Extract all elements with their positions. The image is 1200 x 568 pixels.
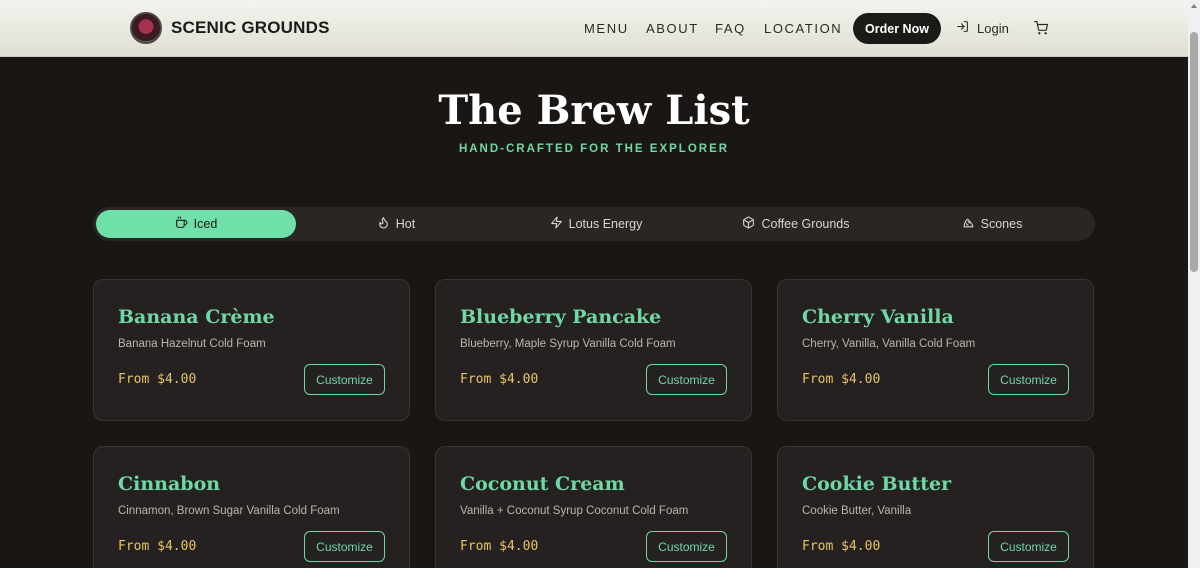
tab-label: Scones	[980, 217, 1023, 231]
tab-hot[interactable]: Hot	[296, 210, 496, 238]
login-link[interactable]: Login	[956, 20, 1009, 36]
flame-icon	[377, 216, 390, 232]
menu-card: Coconut Cream Vanilla + Coconut Syrup Co…	[435, 446, 752, 568]
tab-label: Hot	[395, 217, 416, 231]
customize-button[interactable]: Customize	[304, 531, 385, 562]
customize-button[interactable]: Customize	[304, 364, 385, 395]
drink-description: Blueberry, Maple Syrup Vanilla Cold Foam	[460, 338, 676, 350]
drink-name: Coconut Cream	[460, 473, 625, 495]
login-label: Login	[977, 20, 1009, 36]
menu-card: Cookie Butter Cookie Butter, Vanilla Fro…	[777, 446, 1094, 568]
iced-cup-icon	[175, 216, 188, 232]
scroll-up-arrow-icon[interactable]	[1191, 4, 1197, 8]
drink-price: From $4.00	[802, 372, 881, 387]
drink-name: Cherry Vanilla	[802, 306, 954, 328]
brand-name[interactable]: SCENIC GROUNDS	[171, 18, 330, 38]
box-icon	[742, 216, 755, 232]
scone-icon	[962, 216, 975, 232]
customize-button[interactable]: Customize	[646, 364, 727, 395]
nav-about[interactable]: ABOUT	[646, 21, 699, 36]
customize-button[interactable]: Customize	[988, 364, 1069, 395]
drink-price: From $4.00	[460, 539, 539, 554]
menu-card: Blueberry Pancake Blueberry, Maple Syrup…	[435, 279, 752, 421]
drink-description: Cinnamon, Brown Sugar Vanilla Cold Foam	[118, 505, 340, 517]
tab-label: Iced	[193, 217, 218, 231]
nav-location[interactable]: LOCATION	[764, 21, 842, 36]
login-arrow-icon	[956, 20, 969, 36]
tab-scones[interactable]: Scones	[892, 210, 1092, 238]
drink-description: Banana Hazelnut Cold Foam	[118, 338, 266, 350]
drink-price: From $4.00	[118, 372, 197, 387]
menu-card: Cherry Vanilla Cherry, Vanilla, Vanilla …	[777, 279, 1094, 421]
tab-label: Lotus Energy	[568, 217, 643, 231]
customize-button[interactable]: Customize	[988, 531, 1069, 562]
drink-description: Cookie Butter, Vanilla	[802, 505, 912, 517]
drink-name: Cookie Butter	[802, 473, 952, 495]
menu-card: Cinnabon Cinnamon, Brown Sugar Vanilla C…	[93, 446, 410, 568]
drink-description: Cherry, Vanilla, Vanilla Cold Foam	[802, 338, 976, 350]
customize-button[interactable]: Customize	[646, 531, 727, 562]
drink-name: Blueberry Pancake	[460, 306, 662, 328]
drink-name: Cinnabon	[118, 473, 221, 495]
page-subtitle: HAND-CRAFTED FOR THE EXPLORER	[458, 143, 730, 155]
menu-card: Banana Crème Banana Hazelnut Cold Foam F…	[93, 279, 410, 421]
drink-name: Banana Crème	[118, 306, 275, 328]
page-title: The Brew List	[438, 87, 750, 134]
tab-label: Coffee Grounds	[761, 217, 850, 231]
tab-lotus-energy[interactable]: Lotus Energy	[496, 210, 696, 238]
page-scrollbar[interactable]	[1188, 0, 1200, 568]
scroll-thumb[interactable]	[1190, 32, 1198, 272]
drink-price: From $4.00	[802, 539, 881, 554]
tab-coffee-grounds[interactable]: Coffee Grounds	[696, 210, 896, 238]
order-now-button[interactable]: Order Now	[853, 13, 941, 44]
drink-price: From $4.00	[118, 539, 197, 554]
tab-iced[interactable]: Iced	[96, 210, 296, 238]
category-tabs: Iced Hot Lotus Energy Coffee Grounds Sco…	[93, 207, 1095, 241]
site-header: SCENIC GROUNDS MENU ABOUT FAQ LOCATION O…	[0, 0, 1188, 57]
lightning-icon	[550, 216, 563, 232]
nav-faq[interactable]: FAQ	[715, 21, 746, 36]
cart-icon[interactable]	[1034, 21, 1048, 40]
drink-description: Vanilla + Coconut Syrup Coconut Cold Foa…	[460, 505, 689, 517]
brand-logo-icon[interactable]	[130, 12, 162, 44]
nav-menu[interactable]: MENU	[584, 21, 629, 36]
drink-price: From $4.00	[460, 372, 539, 387]
